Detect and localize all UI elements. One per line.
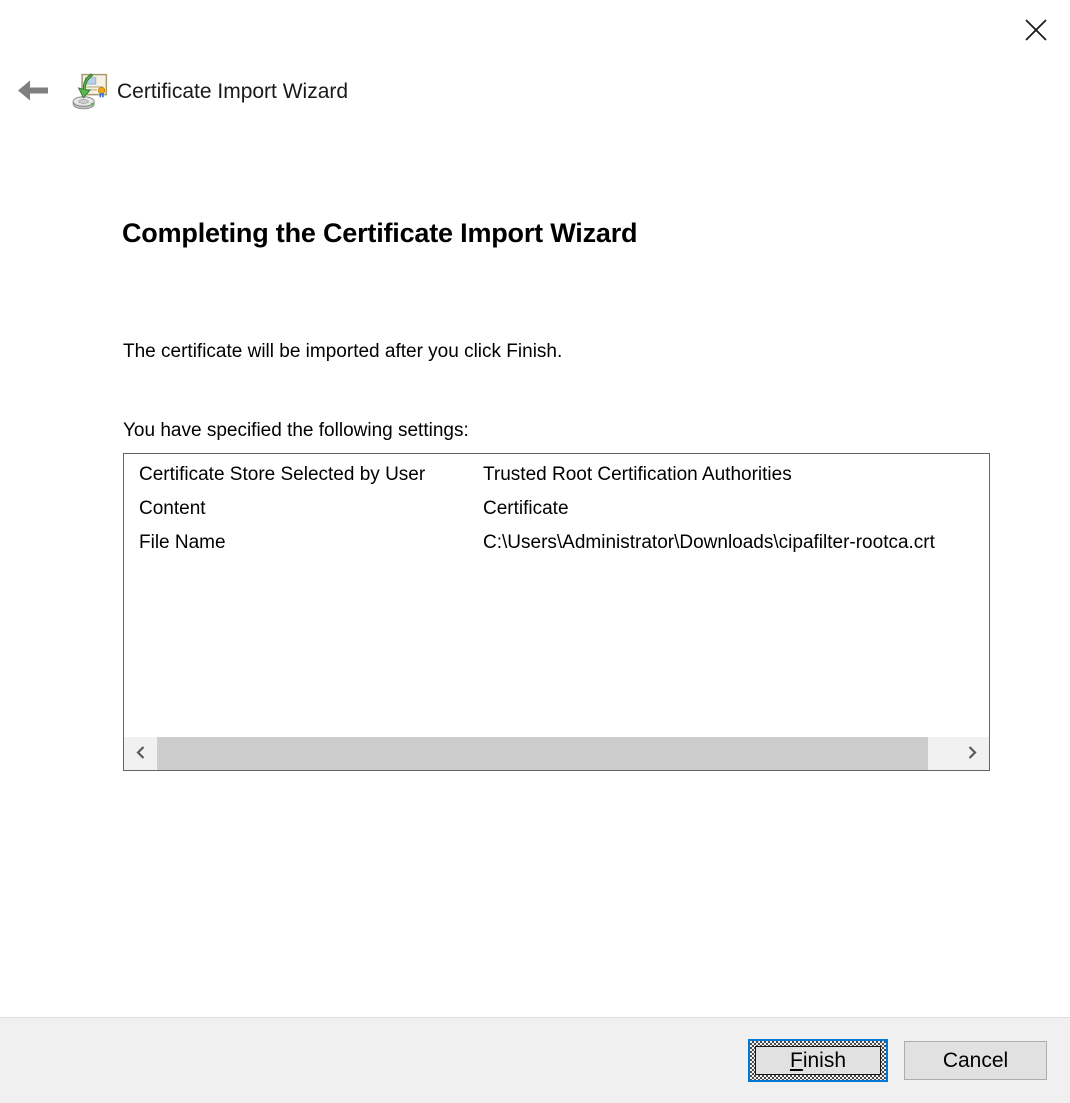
setting-value: Certificate — [483, 498, 989, 520]
setting-name: Content — [124, 498, 483, 520]
footer-bar: Finish Cancel — [0, 1017, 1070, 1103]
horizontal-scrollbar — [124, 737, 989, 770]
close-button[interactable] — [1016, 12, 1056, 50]
window-title: Certificate Import Wizard — [117, 80, 348, 104]
settings-row-filename[interactable]: File Name C:\Users\Administrator\Downloa… — [124, 526, 989, 560]
settings-rows: Certificate Store Selected by User Trust… — [124, 454, 989, 737]
setting-value: C:\Users\Administrator\Downloads\cipafil… — [483, 532, 989, 554]
scroll-right-button[interactable] — [956, 737, 989, 770]
scrollbar-thumb[interactable] — [157, 737, 928, 770]
back-button[interactable] — [14, 74, 52, 110]
setting-name: File Name — [124, 532, 483, 554]
settings-label: You have specified the following setting… — [123, 420, 469, 442]
finish-button-label: Finish — [755, 1046, 881, 1075]
scroll-left-button[interactable] — [124, 737, 157, 770]
setting-value: Trusted Root Certification Authorities — [483, 464, 989, 486]
finish-button[interactable]: Finish — [748, 1039, 888, 1082]
scrollbar-track[interactable] — [157, 737, 956, 770]
page-heading: Completing the Certificate Import Wizard — [122, 218, 637, 249]
certificate-import-icon — [71, 73, 109, 111]
settings-listbox: Certificate Store Selected by User Trust… — [123, 453, 990, 771]
cancel-button-label: Cancel — [943, 1049, 1008, 1073]
cancel-button[interactable]: Cancel — [904, 1041, 1047, 1080]
intro-text: The certificate will be imported after y… — [123, 341, 562, 363]
back-arrow-icon — [18, 78, 48, 106]
certificate-import-wizard-window: { "window": { "title": "Certificate Impo… — [0, 0, 1070, 1102]
chevron-right-icon — [967, 745, 978, 763]
settings-row-content[interactable]: Content Certificate — [124, 492, 989, 526]
close-icon — [1022, 16, 1050, 47]
chevron-left-icon — [135, 745, 146, 763]
setting-name: Certificate Store Selected by User — [124, 464, 483, 486]
settings-row-store[interactable]: Certificate Store Selected by User Trust… — [124, 458, 989, 492]
